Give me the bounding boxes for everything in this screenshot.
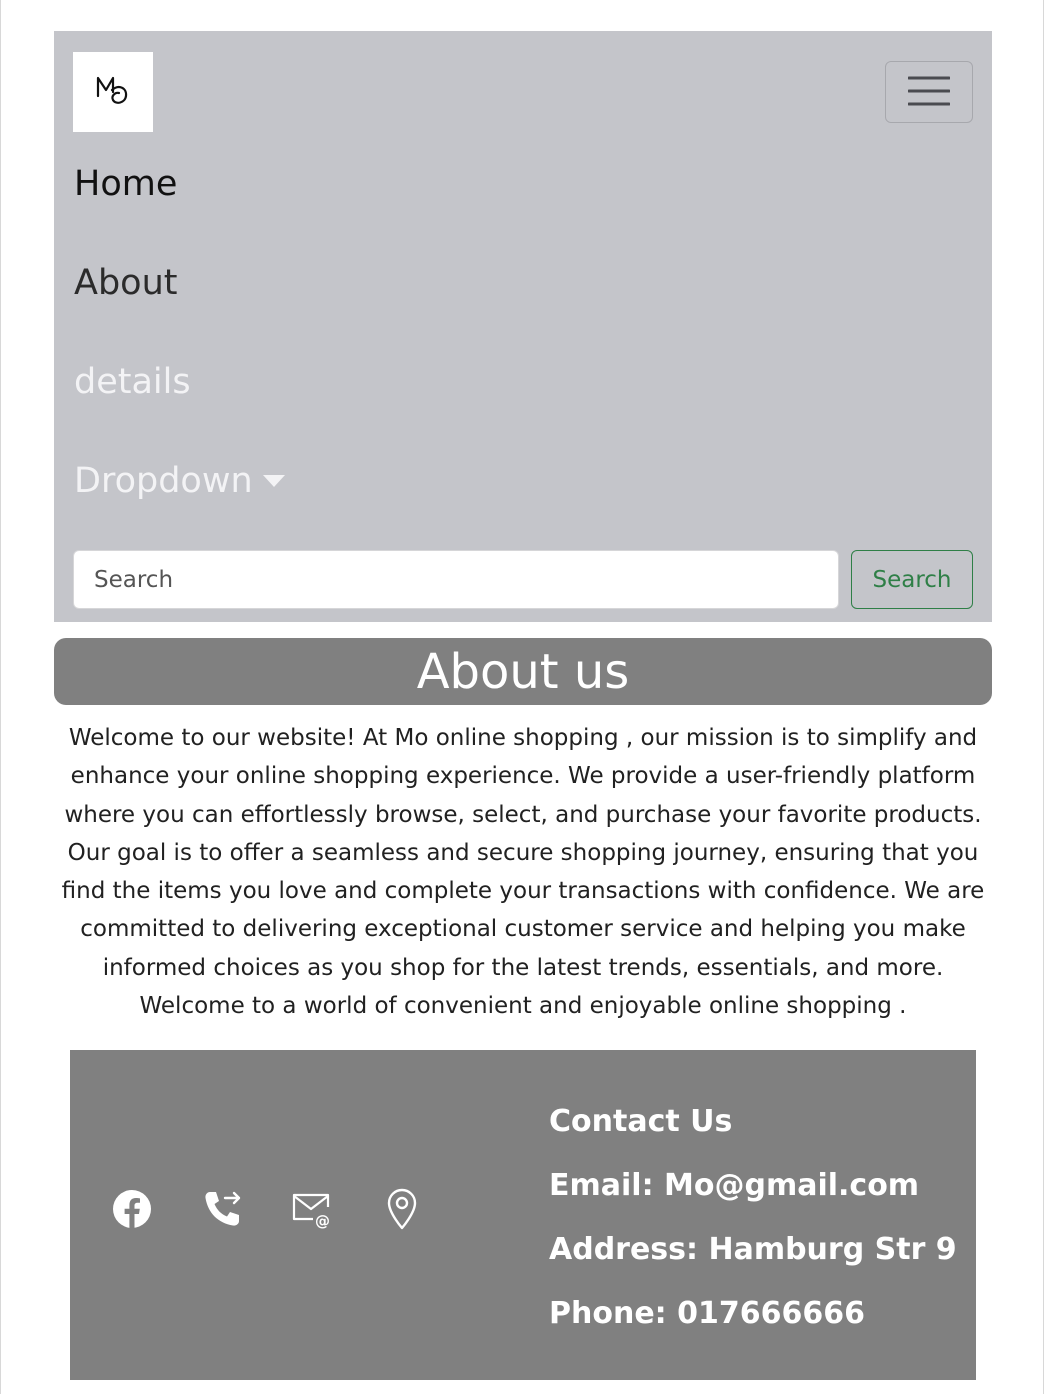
location-icon[interactable]: [380, 1187, 424, 1231]
navbar: Home About details Dropdown Search: [54, 31, 992, 622]
mo-logo-icon: [95, 70, 131, 114]
nav-link-about[interactable]: About: [74, 263, 177, 303]
brand-logo[interactable]: [73, 52, 153, 132]
about-title: About us: [416, 643, 630, 700]
svg-text:@: @: [315, 1212, 330, 1229]
email-icon[interactable]: @: [290, 1187, 334, 1231]
caret-down-icon: [262, 475, 285, 487]
nav-dropdown-label: Dropdown: [74, 461, 253, 501]
contact-phone: Phone: 017666666: [549, 1296, 865, 1331]
search-button[interactable]: Search: [851, 550, 973, 609]
phone-icon[interactable]: [200, 1187, 244, 1231]
about-paragraph: Welcome to our website! At Mo online sho…: [61, 725, 985, 1020]
about-header: About us: [54, 638, 992, 705]
contact-title: Contact Us: [549, 1104, 733, 1139]
search-input[interactable]: [73, 550, 839, 609]
contact-email: Email: Mo@gmail.com: [549, 1168, 920, 1203]
hamburger-icon: [907, 75, 951, 110]
nav-link-home[interactable]: Home: [74, 164, 177, 204]
page: Home About details Dropdown Search About…: [0, 0, 1044, 1394]
contact-address: Address: Hamburg Str 9: [549, 1232, 957, 1267]
facebook-icon[interactable]: [110, 1187, 154, 1231]
footer: @ Contact Us Email: Mo@gmail.com Address…: [70, 1050, 976, 1380]
nav-link-details[interactable]: details: [74, 362, 191, 402]
nav-dropdown-toggle[interactable]: Dropdown: [74, 461, 285, 501]
navbar-toggler-button[interactable]: [885, 61, 973, 123]
